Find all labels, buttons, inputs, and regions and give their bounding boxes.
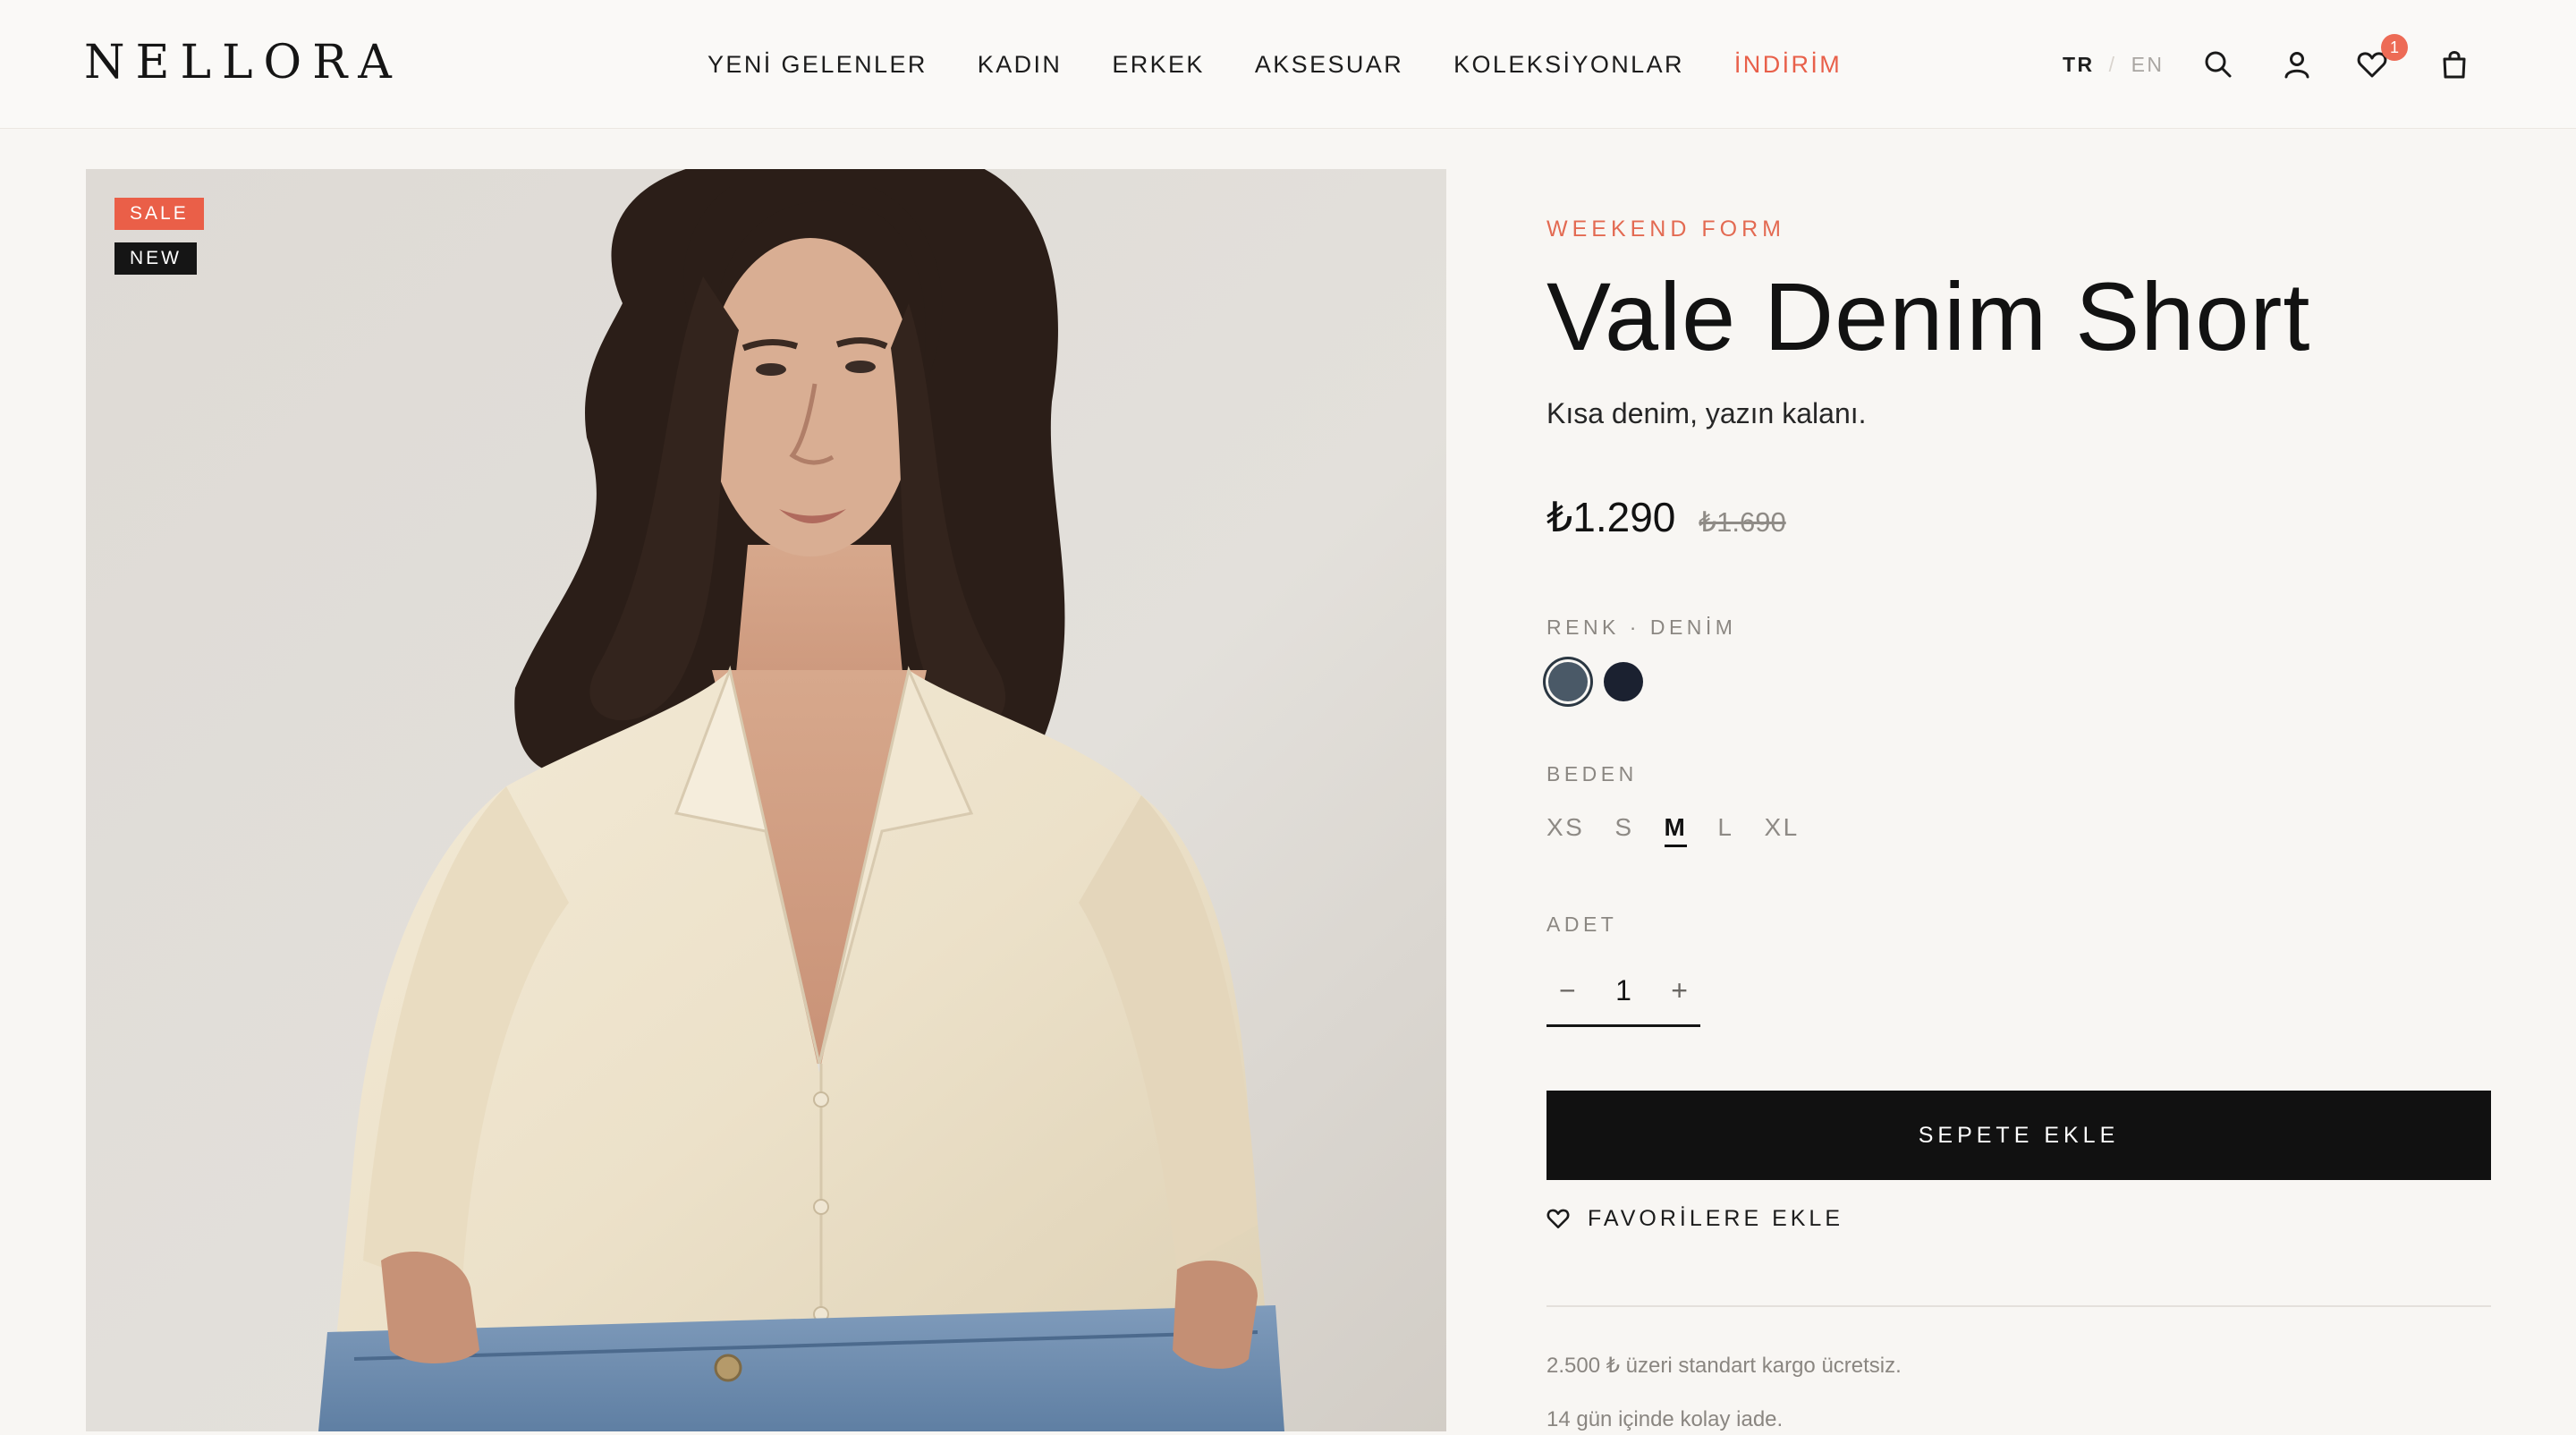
nav-item-kadin[interactable]: KADIN xyxy=(978,47,1063,82)
add-to-favorites-label: FAVORİLERE EKLE xyxy=(1588,1206,1844,1231)
size-option-l[interactable]: L xyxy=(1717,811,1733,847)
search-icon xyxy=(2205,51,2232,78)
product-title: Vale Denim Short xyxy=(1546,262,2311,370)
quantity-value[interactable]: 1 xyxy=(1615,972,1631,1008)
product-description: Kısa denim, yazın kalanı. xyxy=(1546,397,1867,429)
color-label: RENK · DENİM xyxy=(1546,616,1737,639)
lang-separator: / xyxy=(2108,52,2117,76)
lang-en[interactable]: EN xyxy=(2131,53,2165,77)
quantity-decrease-button[interactable]: − xyxy=(1559,972,1576,1008)
color-swatch-navy[interactable] xyxy=(1604,662,1643,701)
info-divider xyxy=(1546,1305,2491,1307)
nav-item-aksesuar[interactable]: AKSESUAR xyxy=(1255,47,1403,82)
lang-tr[interactable]: TR xyxy=(2063,53,2095,77)
nav-item-yeni-gelenler[interactable]: YENİ GELENLER xyxy=(708,47,928,82)
add-to-favorites-button[interactable]: FAVORİLERE EKLE xyxy=(1546,1202,1843,1235)
color-swatch-denim[interactable] xyxy=(1548,662,1588,701)
size-option-xl[interactable]: XL xyxy=(1764,811,1799,847)
language-switcher: TR / EN xyxy=(2063,50,2165,79)
price-row: ₺1.290 ₺1.690 xyxy=(1546,490,1786,549)
heart-icon xyxy=(1546,1209,1570,1229)
shipping-note: 2.500 ₺ üzeri standart kargo ücretsiz. xyxy=(1546,1354,1902,1378)
nav-item-erkek[interactable]: ERKEK xyxy=(1112,47,1205,82)
add-to-cart-button[interactable]: SEPETE EKLE xyxy=(1546,1091,2491,1180)
return-note: 14 gün içinde kolay iade. xyxy=(1546,1407,1784,1431)
sale-badge: SALE xyxy=(114,198,204,230)
size-option-s[interactable]: S xyxy=(1614,811,1633,847)
collection-name[interactable]: WEEKEND FORM xyxy=(1546,215,1785,243)
size-selector: XS S M L XL xyxy=(1546,811,1800,847)
new-badge: NEW xyxy=(114,242,197,275)
product-photo[interactable] xyxy=(86,169,1446,1431)
product-gallery: SALE NEW xyxy=(86,169,1446,1431)
account-button[interactable] xyxy=(2277,45,2317,84)
size-option-m[interactable]: M xyxy=(1664,811,1688,847)
brand-logo[interactable]: NELLORA xyxy=(84,38,402,88)
bag-icon xyxy=(2443,51,2466,79)
site-header: NELLORA YENİ GELENLER KADIN ERKEK AKSESU… xyxy=(0,0,2576,129)
size-label: BEDEN xyxy=(1546,762,1638,785)
user-icon xyxy=(2284,52,2309,79)
cart-button[interactable] xyxy=(2435,45,2474,84)
current-price: ₺1.290 xyxy=(1546,494,1676,540)
main-nav: YENİ GELENLER KADIN ERKEK AKSESUAR KOLEK… xyxy=(708,47,1842,82)
old-price: ₺1.690 xyxy=(1699,506,1786,538)
search-button[interactable] xyxy=(2199,45,2238,84)
nav-item-koleksiyonlar[interactable]: KOLEKSİYONLAR xyxy=(1453,47,1684,82)
quantity-label: ADET xyxy=(1546,913,1618,936)
quantity-increase-button[interactable]: + xyxy=(1671,972,1688,1008)
wishlist-count-badge: 1 xyxy=(2381,34,2408,61)
size-option-xs[interactable]: XS xyxy=(1546,811,1584,847)
nav-item-indirim[interactable]: İNDİRİM xyxy=(1734,47,1842,82)
quantity-stepper: − 1 + xyxy=(1546,955,1700,1027)
